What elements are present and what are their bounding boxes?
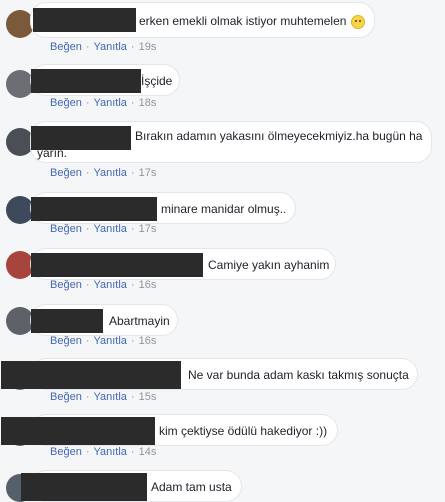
like-link[interactable]: Beğen: [50, 223, 82, 235]
comment-bubble: Abartmayin: [30, 304, 178, 336]
separator: ·: [130, 391, 135, 403]
comment-bubble: Bırakın adamın yakasını ölmeyecekmiyiz.h…: [30, 121, 432, 163]
timestamp[interactable]: 18s: [139, 97, 157, 109]
comment-bubble: Camiye yakın ayhanim: [30, 248, 336, 280]
comment-text: minare manidar olmuş..: [161, 202, 287, 216]
reply-link[interactable]: Yanıtla: [93, 279, 126, 291]
like-link[interactable]: Beğen: [50, 391, 82, 403]
like-link[interactable]: Beğen: [50, 335, 82, 347]
separator: ·: [130, 41, 135, 53]
redacted-author-name: [1, 361, 181, 389]
redacted-author-name: [1, 417, 155, 445]
separator: ·: [85, 223, 90, 235]
like-link[interactable]: Beğen: [50, 41, 82, 53]
comment-bubble: Ne var bunda adam kaskı takmış sonuçta: [1, 358, 418, 390]
reply-link[interactable]: Yanıtla: [93, 167, 126, 179]
separator: ·: [85, 41, 90, 53]
reply-link[interactable]: Yanıtla: [93, 41, 126, 53]
timestamp[interactable]: 14s: [139, 446, 157, 458]
comment-actions: Beğen · Yanıtla · 16s: [50, 279, 156, 291]
redacted-author-name: [21, 473, 147, 501]
comment-bubble: erken emekli olmak istiyor muhtemelen: [30, 2, 375, 38]
reply-link[interactable]: Yanıtla: [93, 335, 126, 347]
like-link[interactable]: Beğen: [50, 97, 82, 109]
timestamp[interactable]: 16s: [139, 279, 157, 291]
slight-smile-icon: [351, 15, 365, 29]
comment-text: erken emekli olmak istiyor muhtemelen: [139, 14, 347, 28]
comment-text: Adam tam usta: [151, 480, 232, 494]
redacted-author-name: [31, 69, 141, 93]
reply-link[interactable]: Yanıtla: [93, 391, 126, 403]
comment-actions: Beğen · Yanıtla · 17s: [50, 223, 156, 235]
separator: ·: [85, 279, 90, 291]
comment-text: Bırakın adamın yakasını ölmeyecekmiyiz.h…: [37, 129, 423, 160]
redacted-author-name: [33, 8, 136, 32]
separator: ·: [85, 97, 90, 109]
timestamp[interactable]: 15s: [139, 391, 157, 403]
like-link[interactable]: Beğen: [50, 167, 82, 179]
comment-actions: Beğen · Yanıtla · 18s: [50, 97, 156, 109]
comment-actions: Beğen · Yanıtla · 14s: [50, 446, 156, 458]
timestamp[interactable]: 19s: [139, 41, 157, 53]
comment-text: Ne var bunda adam kaskı takmış sonuçta: [188, 368, 409, 382]
like-link[interactable]: Beğen: [50, 279, 82, 291]
timestamp[interactable]: 16s: [139, 335, 157, 347]
separator: ·: [130, 223, 135, 235]
comment-actions: Beğen · Yanıtla · 15s: [50, 391, 156, 403]
comment-text: Camiye yakın ayhanim: [208, 258, 330, 272]
redacted-author-name: [31, 197, 157, 221]
comment-actions: Beğen · Yanıtla · 19s: [50, 41, 156, 53]
separator: ·: [85, 335, 90, 347]
comment-text: kim çektiyse ödülü hakediyor :)): [159, 424, 328, 438]
reply-link[interactable]: Yanıtla: [93, 446, 126, 458]
separator: ·: [130, 335, 135, 347]
timestamp[interactable]: 17s: [139, 167, 157, 179]
separator: ·: [130, 446, 135, 458]
like-link[interactable]: Beğen: [50, 446, 82, 458]
separator: ·: [130, 167, 135, 179]
separator: ·: [85, 391, 90, 403]
comment-bubble: kim çektiyse ödülü hakediyor :)): [1, 414, 338, 446]
reply-link[interactable]: Yanıtla: [93, 97, 126, 109]
separator: ·: [85, 167, 90, 179]
comment-bubble: minare manidar olmuş..: [30, 192, 296, 224]
separator: ·: [130, 97, 135, 109]
separator: ·: [130, 279, 135, 291]
comment-actions: Beğen · Yanıtla · 17s: [50, 167, 156, 179]
comment-bubble: İşçide: [30, 64, 180, 96]
comment-actions: Beğen · Yanıtla · 16s: [50, 335, 156, 347]
reply-link[interactable]: Yanıtla: [93, 223, 126, 235]
timestamp[interactable]: 17s: [139, 223, 157, 235]
comment-bubble: Adam tam usta: [21, 470, 242, 502]
redacted-author-name: [31, 253, 203, 277]
comment-text: Abartmayin: [109, 314, 170, 328]
redacted-author-name: [31, 309, 103, 333]
separator: ·: [85, 446, 90, 458]
comment-text: İşçide: [141, 74, 173, 88]
